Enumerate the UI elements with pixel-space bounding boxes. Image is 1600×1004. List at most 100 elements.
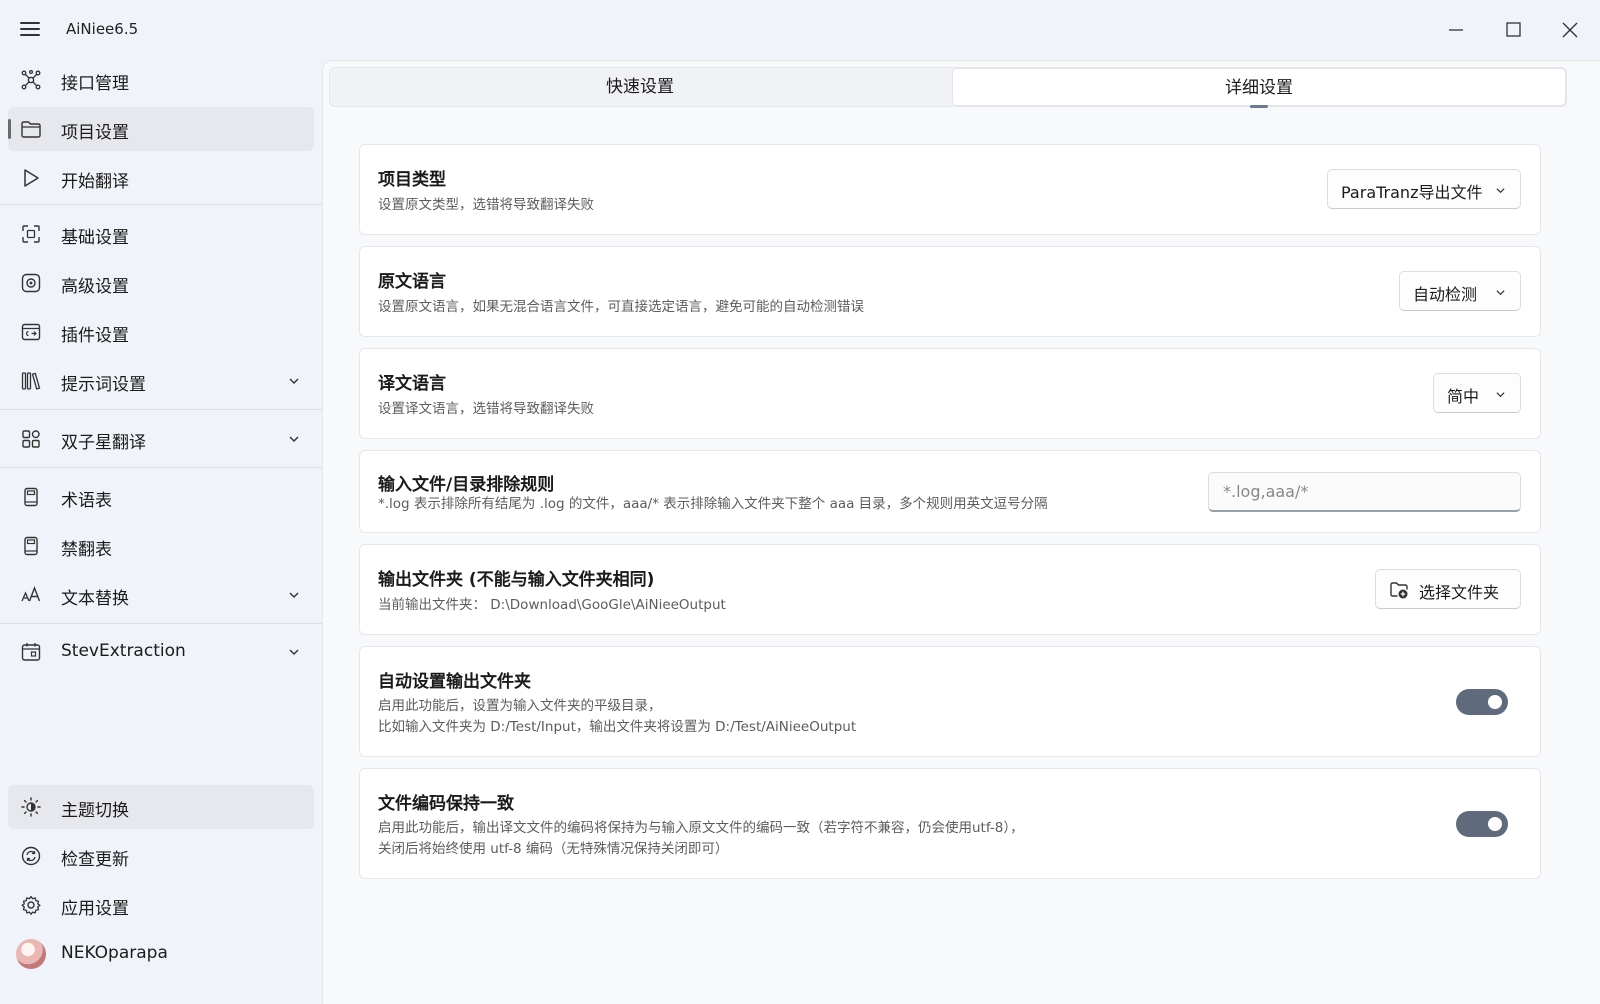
sidebar-item-label: 禁翻表 bbox=[61, 540, 112, 560]
close-button[interactable] bbox=[1550, 10, 1590, 50]
target-language-select[interactable]: 简中 bbox=[1433, 373, 1521, 413]
toggle-knob bbox=[1488, 817, 1502, 831]
select-value: ParaTranz导出文件 bbox=[1341, 183, 1483, 202]
book-icon bbox=[24, 487, 38, 507]
card-description: 当前输出文件夹： D:\Download\GooGle\AiNieeOutput bbox=[378, 597, 726, 613]
toggle-knob bbox=[1488, 695, 1502, 709]
select-value: 自动检测 bbox=[1413, 285, 1478, 304]
source-language-select[interactable]: 自动检测 bbox=[1399, 271, 1521, 311]
basic-settings-icon bbox=[22, 225, 40, 243]
card-title: 文件编码保持一致 bbox=[378, 794, 514, 814]
divider bbox=[0, 467, 322, 468]
selection-indicator bbox=[8, 119, 11, 139]
card-title: 译文语言 bbox=[378, 374, 446, 394]
select-folder-button[interactable]: 选择文件夹 bbox=[1375, 569, 1521, 609]
divider bbox=[0, 409, 322, 410]
sidebar-item-label: 应用设置 bbox=[61, 899, 129, 919]
title-bar: AiNiee6.5 bbox=[0, 0, 1600, 58]
card-title: 原文语言 bbox=[378, 272, 446, 292]
sidebar-item-blocklist[interactable]: 禁翻表 bbox=[8, 524, 314, 568]
sidebar-item-label: 双子星翻译 bbox=[61, 433, 146, 453]
tab-detailed-settings[interactable]: 详细设置 bbox=[952, 68, 1566, 106]
maximize-button[interactable] bbox=[1493, 10, 1533, 50]
source-language-card: 原文语言 设置原文语言，如果无混合语言文件，可直接选定语言，避免可能的自动检测错… bbox=[359, 246, 1541, 337]
sidebar-item-gemini-translation[interactable]: 双子星翻译 bbox=[8, 417, 314, 461]
sidebar-item-label: StevExtraction bbox=[61, 641, 186, 661]
minimize-button[interactable] bbox=[1436, 10, 1476, 50]
card-title: 项目类型 bbox=[378, 170, 446, 190]
chevron-down-icon[interactable] bbox=[288, 589, 300, 601]
active-tab-indicator bbox=[1250, 105, 1268, 108]
sidebar-item-label: 主题切换 bbox=[61, 801, 129, 821]
sidebar-item-text-replace[interactable]: 文本替换 bbox=[8, 573, 314, 617]
output-folder-card: 输出文件夹 (不能与输入文件夹相同) 当前输出文件夹： D:\Download\… bbox=[359, 544, 1541, 635]
sidebar-item-label: 基础设置 bbox=[61, 228, 129, 248]
apps-icon bbox=[22, 430, 40, 448]
auto-output-folder-card: 自动设置输出文件夹 启用此功能后，设置为输入文件夹的平级目录， 比如输入文件夹为… bbox=[359, 646, 1541, 757]
sidebar-item-label: 检查更新 bbox=[61, 850, 129, 870]
card-title: 自动设置输出文件夹 bbox=[378, 672, 531, 692]
sidebar-item-advanced-settings[interactable]: 高级设置 bbox=[8, 261, 314, 305]
sidebar-item-label: 接口管理 bbox=[61, 74, 129, 94]
sidebar-item-label: 术语表 bbox=[61, 491, 112, 511]
minimize-icon bbox=[1449, 29, 1463, 31]
advanced-settings-icon bbox=[21, 273, 41, 293]
font-size-icon bbox=[21, 586, 41, 602]
plugin-icon bbox=[21, 323, 41, 341]
chevron-down-icon bbox=[1496, 188, 1505, 194]
divider bbox=[0, 204, 322, 205]
sidebar-item-plugin-settings[interactable]: 插件设置 bbox=[8, 310, 314, 354]
sidebar-item-project-settings[interactable]: 项目设置 bbox=[8, 107, 314, 151]
app-title: AiNiee6.5 bbox=[66, 20, 139, 38]
sidebar-item-user-profile[interactable]: NEKOparapa bbox=[8, 932, 314, 976]
main-panel: 快速设置 详细设置 项目类型 设置原文类型，选错将导致翻译失败 ParaTran… bbox=[322, 60, 1600, 1004]
sidebar-item-app-settings[interactable]: 应用设置 bbox=[8, 883, 314, 927]
maximize-icon bbox=[1506, 22, 1521, 37]
chevron-down-icon bbox=[1496, 290, 1505, 296]
sidebar-item-label: 开始翻译 bbox=[61, 172, 129, 192]
sidebar-item-label: 提示词设置 bbox=[61, 375, 146, 395]
sidebar-item-api-management[interactable]: 接口管理 bbox=[8, 58, 314, 102]
menu-icon[interactable] bbox=[16, 17, 44, 41]
card-description: *.log 表示排除所有结尾为 .log 的文件，aaa/* 表示排除输入文件夹… bbox=[378, 496, 1048, 512]
tab-quick-settings[interactable]: 快速设置 bbox=[330, 68, 950, 106]
sidebar-item-check-update[interactable]: 检查更新 bbox=[8, 834, 314, 878]
chevron-down-icon[interactable] bbox=[288, 433, 300, 445]
card-description: 设置原文语言，如果无混合语言文件，可直接选定语言，避免可能的自动检测错误 bbox=[378, 299, 864, 315]
card-title: 输出文件夹 (不能与输入文件夹相同) bbox=[378, 570, 655, 590]
sidebar: 接口管理 项目设置 开始翻译 基础设置 高级设置 插件设置 提示词设置 双子星翻… bbox=[0, 58, 322, 1004]
network-icon bbox=[21, 70, 41, 90]
folder-icon bbox=[21, 121, 41, 138]
avatar bbox=[16, 939, 46, 969]
target-language-card: 译文语言 设置译文语言，选错将导致翻译失败 简中 bbox=[359, 348, 1541, 439]
button-label: 选择文件夹 bbox=[1419, 583, 1500, 602]
project-type-select[interactable]: ParaTranz导出文件 bbox=[1327, 169, 1521, 209]
chevron-down-icon bbox=[1496, 392, 1505, 398]
exclude-rules-card: 输入文件/目录排除规则 *.log 表示排除所有结尾为 .log 的文件，aaa… bbox=[359, 450, 1541, 533]
file-encoding-card: 文件编码保持一致 启用此功能后，输出译文文件的编码将保持为与输入原文文件的编码一… bbox=[359, 768, 1541, 879]
sidebar-item-start-translation[interactable]: 开始翻译 bbox=[8, 156, 314, 200]
card-description: 启用此功能后，设置为输入文件夹的平级目录， bbox=[378, 698, 662, 714]
chevron-down-icon[interactable] bbox=[288, 375, 300, 387]
card-description: 设置译文语言，选错将导致翻译失败 bbox=[378, 401, 594, 417]
sidebar-item-label: 项目设置 bbox=[61, 123, 129, 143]
chevron-down-icon[interactable] bbox=[288, 646, 300, 658]
play-icon bbox=[24, 169, 39, 187]
folder-add-icon bbox=[1390, 582, 1408, 599]
card-description: 比如输入文件夹为 D:/Test/Input，输出文件夹将设置为 D:/Test… bbox=[378, 719, 857, 735]
sidebar-item-stevextraction[interactable]: StevExtraction bbox=[8, 630, 314, 674]
calendar-icon bbox=[21, 643, 41, 661]
sidebar-item-label: 插件设置 bbox=[61, 326, 129, 346]
close-icon bbox=[1562, 22, 1578, 38]
sidebar-item-prompt-settings[interactable]: 提示词设置 bbox=[8, 359, 314, 403]
select-value: 简中 bbox=[1447, 387, 1480, 406]
file-encoding-toggle[interactable] bbox=[1456, 811, 1508, 837]
auto-output-toggle[interactable] bbox=[1456, 689, 1508, 715]
library-icon bbox=[21, 372, 41, 390]
sidebar-item-basic-settings[interactable]: 基础设置 bbox=[8, 212, 314, 256]
sidebar-item-label: 文本替换 bbox=[61, 589, 129, 609]
sidebar-item-glossary[interactable]: 术语表 bbox=[8, 475, 314, 519]
book-icon bbox=[24, 536, 38, 556]
sidebar-item-theme-toggle[interactable]: 主题切换 bbox=[8, 785, 314, 829]
exclude-rules-input[interactable] bbox=[1208, 472, 1521, 512]
